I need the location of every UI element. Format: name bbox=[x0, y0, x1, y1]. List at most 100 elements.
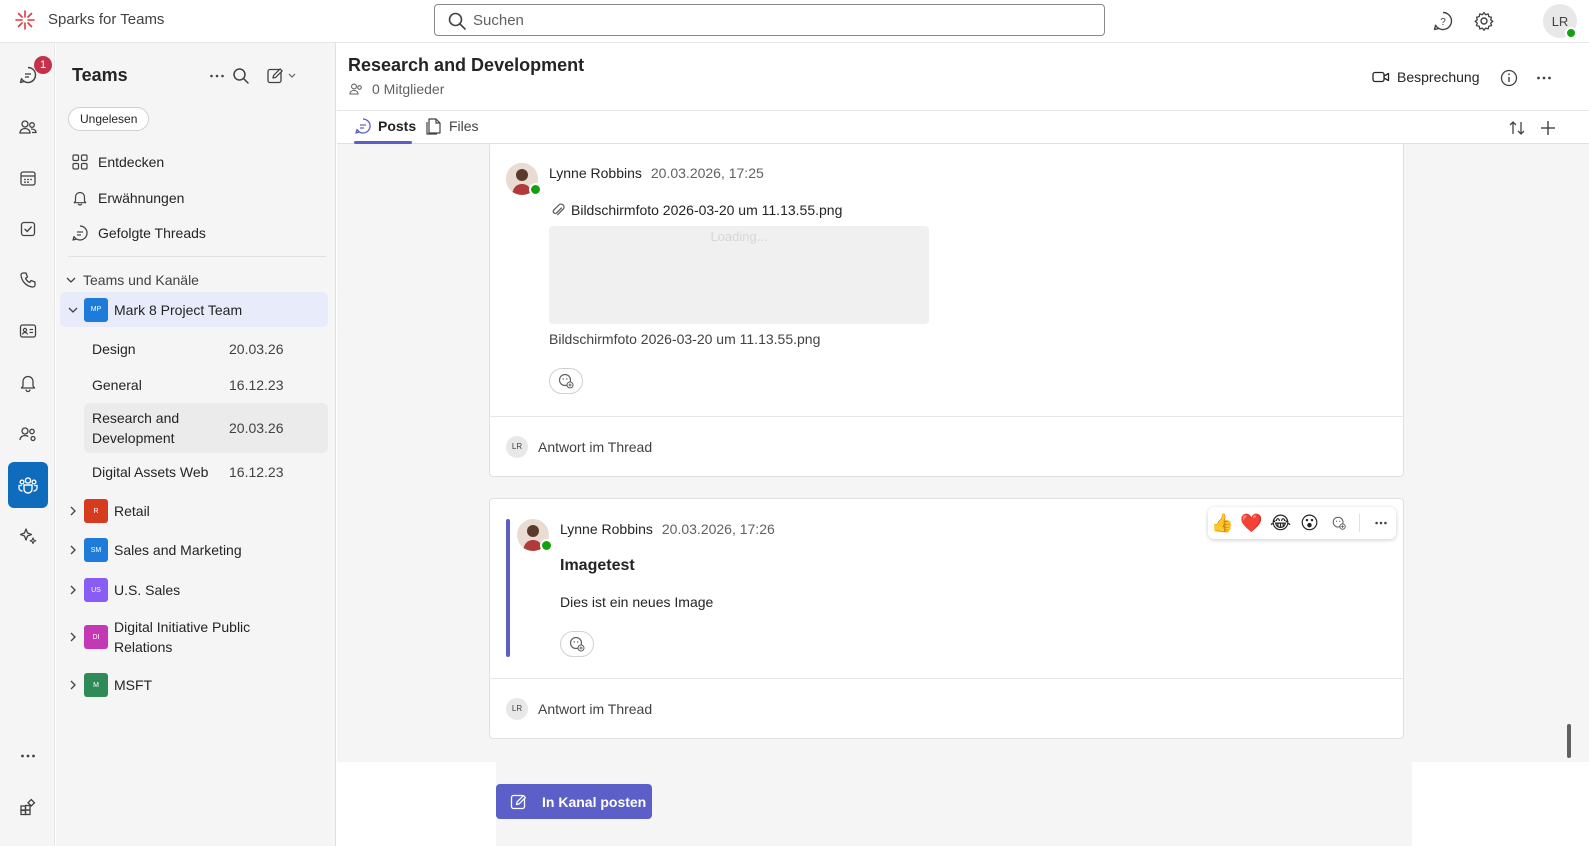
team-us-sales[interactable]: US U.S. Sales bbox=[60, 573, 328, 607]
reply-in-thread[interactable]: LR Antwort im Thread bbox=[490, 416, 1403, 476]
bell-icon bbox=[73, 191, 87, 206]
rail-contacts[interactable] bbox=[8, 308, 48, 354]
sidebar-search-icon[interactable] bbox=[231, 66, 251, 86]
rail-apps[interactable] bbox=[8, 784, 48, 830]
post-in-channel-button[interactable]: In Kanal posten bbox=[496, 784, 652, 819]
search-input[interactable] bbox=[473, 10, 1073, 30]
nav-discover[interactable]: Entdecken bbox=[68, 145, 326, 179]
team-name: U.S. Sales bbox=[114, 582, 181, 598]
channel-name: Design bbox=[92, 341, 136, 357]
post-card: Lynne Robbins 20.03.2026, 17:26 Imagetes… bbox=[489, 498, 1404, 739]
rail-teams[interactable] bbox=[8, 462, 48, 508]
chevron-right-icon bbox=[70, 632, 76, 642]
post-body: Dies ist ein neues Image bbox=[560, 594, 714, 610]
rail-calendar[interactable] bbox=[8, 155, 48, 201]
sidebar-divider bbox=[68, 256, 326, 257]
channel-name: Research and Development bbox=[92, 410, 180, 446]
scrollbar-thumb[interactable] bbox=[1567, 724, 1571, 758]
compose-new-icon[interactable] bbox=[266, 66, 300, 86]
rail-people[interactable] bbox=[8, 104, 48, 150]
reply-in-thread[interactable]: LR Antwort im Thread bbox=[490, 678, 1403, 738]
help-icon[interactable]: ? bbox=[1432, 10, 1454, 32]
post-header: Lynne Robbins 20.03.2026, 17:25 bbox=[549, 165, 764, 181]
team-name: Sales and Marketing bbox=[114, 542, 242, 558]
more-options-icon[interactable] bbox=[208, 67, 226, 85]
channel-research-development[interactable]: Research and Development 20.03.26 bbox=[84, 403, 328, 453]
attachment-link[interactable]: Bildschirmfoto 2026-03-20 um 11.13.55.pn… bbox=[549, 201, 842, 219]
image-preview[interactable]: Loading... bbox=[549, 226, 929, 324]
post-in-channel-label: In Kanal posten bbox=[542, 793, 647, 810]
rail-chat[interactable]: 1 bbox=[8, 52, 52, 98]
channel-name: General bbox=[92, 377, 142, 393]
team-mark8[interactable]: MP Mark 8 Project Team bbox=[60, 292, 328, 327]
channel-tabs: Posts Files bbox=[337, 110, 1589, 144]
members-count[interactable]: 0 Mitglieder bbox=[348, 81, 444, 97]
meeting-button[interactable]: Besprechung bbox=[1371, 67, 1480, 87]
info-icon[interactable] bbox=[1499, 68, 1519, 88]
team-digital-initiative[interactable]: DI Digital Initiative Public Relations bbox=[60, 615, 328, 659]
reaction-heart-button[interactable]: ❤️ bbox=[1237, 509, 1266, 537]
tab-posts[interactable]: Posts bbox=[354, 117, 416, 135]
reaction-surprised-button[interactable]: 😮 bbox=[1295, 509, 1324, 537]
nav-discover-label: Entdecken bbox=[98, 154, 165, 170]
channel-digital-assets-web[interactable]: Digital Assets Web 16.12.23 bbox=[84, 454, 328, 490]
meeting-label: Besprechung bbox=[1397, 69, 1480, 85]
rail-more[interactable] bbox=[8, 733, 48, 779]
message-more-button[interactable] bbox=[1366, 509, 1395, 537]
chat-unread-badge: 1 bbox=[34, 56, 52, 74]
chevron-right-icon bbox=[70, 680, 76, 690]
team-name: Retail bbox=[114, 503, 150, 519]
add-reaction-icon bbox=[558, 373, 574, 389]
tab-files-label: Files bbox=[449, 118, 479, 134]
search-box[interactable] bbox=[434, 4, 1105, 36]
add-tab-plus-icon[interactable] bbox=[1538, 118, 1558, 138]
rail-tasks[interactable] bbox=[8, 206, 48, 252]
team-msft[interactable]: M MSFT bbox=[60, 668, 328, 702]
tab-files[interactable]: Files bbox=[425, 117, 479, 135]
people-icon bbox=[19, 120, 37, 134]
reply-avatar: LR bbox=[506, 697, 528, 720]
sidebar-title: Teams bbox=[72, 65, 128, 85]
channel-date: 20.03.26 bbox=[229, 420, 284, 436]
post-author[interactable]: Lynne Robbins bbox=[560, 521, 653, 537]
app-title: Sparks for Teams bbox=[48, 11, 165, 28]
section-teams-channels[interactable]: Teams und Kanäle bbox=[64, 265, 199, 295]
rail-calls[interactable] bbox=[8, 257, 48, 303]
user-initials: LR bbox=[1551, 13, 1569, 29]
nav-followed-threads[interactable]: Gefolgte Threads bbox=[68, 216, 326, 250]
reply-label: Antwort im Thread bbox=[538, 438, 653, 455]
settings-gear-icon[interactable] bbox=[1473, 10, 1495, 32]
posts-feed: Lynne Robbins 20.03.2026, 17:25 Bildschi… bbox=[337, 144, 1589, 762]
reaction-laugh-button[interactable]: 😂 bbox=[1266, 509, 1295, 537]
add-reaction-button[interactable] bbox=[549, 368, 583, 394]
more-horizontal-icon bbox=[1374, 521, 1387, 525]
rail-people-settings[interactable] bbox=[8, 411, 48, 457]
channel-name: Digital Assets Web bbox=[92, 464, 209, 480]
bell-icon bbox=[20, 375, 36, 393]
more-horizontal-icon[interactable] bbox=[1534, 68, 1554, 88]
channel-design[interactable]: Design 20.03.26 bbox=[84, 331, 328, 367]
post-subject: Imagetest bbox=[560, 557, 635, 574]
sort-arrows-icon[interactable] bbox=[1507, 118, 1527, 138]
svg-text:?: ? bbox=[1440, 17, 1446, 28]
video-camera-icon bbox=[1372, 71, 1390, 83]
rail-activity[interactable] bbox=[8, 360, 48, 406]
channel-date: 20.03.26 bbox=[229, 341, 284, 357]
reaction-like-button[interactable]: 👍 bbox=[1208, 509, 1237, 537]
post-author[interactable]: Lynne Robbins bbox=[549, 165, 642, 181]
rail-copilot[interactable] bbox=[8, 513, 48, 559]
nav-mentions[interactable]: Erwähnungen bbox=[68, 181, 326, 215]
team-retail[interactable]: R Retail bbox=[60, 494, 328, 528]
compose-icon bbox=[510, 794, 527, 809]
files-icon bbox=[426, 118, 441, 135]
contact-card-icon bbox=[19, 324, 37, 338]
filter-unread-chip[interactable]: Ungelesen bbox=[68, 107, 150, 131]
channel-general[interactable]: General 16.12.23 bbox=[84, 367, 328, 403]
compose-area: In Kanal posten bbox=[496, 762, 1412, 846]
team-sales-marketing[interactable]: SM Sales and Marketing bbox=[60, 533, 328, 567]
team-name: Digital Initiative Public Relations bbox=[114, 619, 251, 655]
add-reaction-button[interactable] bbox=[560, 631, 594, 657]
more-reactions-button[interactable] bbox=[1324, 509, 1353, 537]
post-accent-bar bbox=[506, 519, 510, 657]
people-icon bbox=[349, 83, 362, 95]
